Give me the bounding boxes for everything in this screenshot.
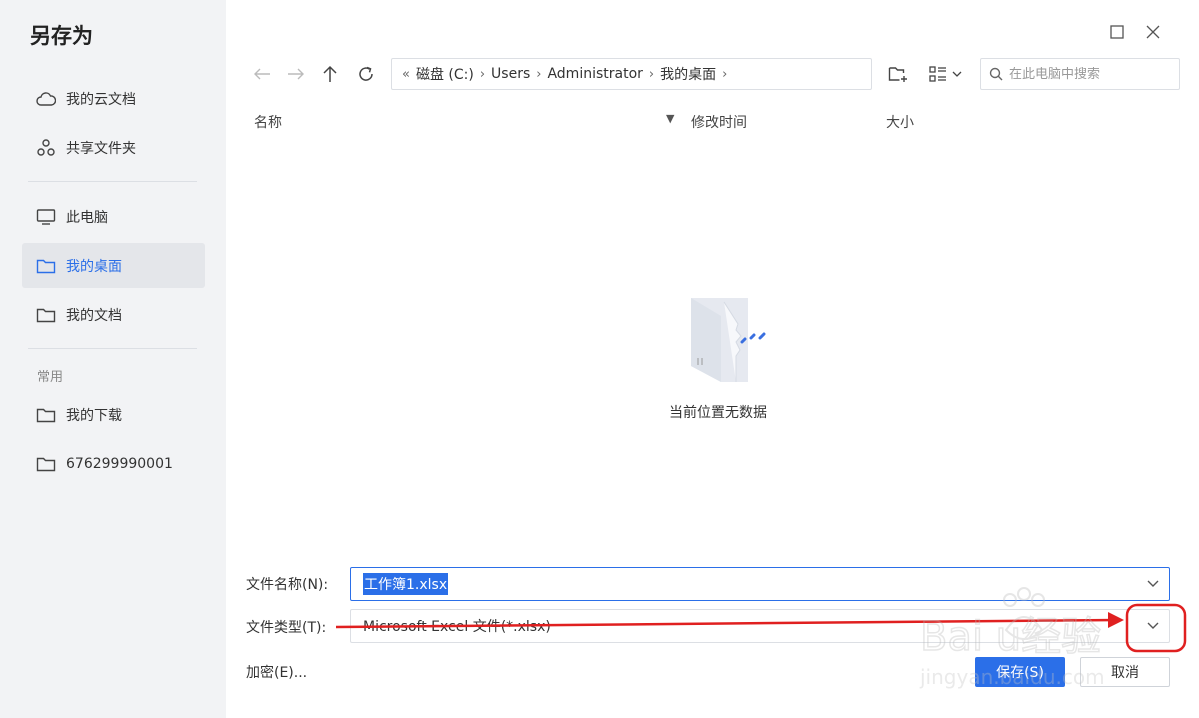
save-button[interactable]: 保存(S) bbox=[975, 657, 1065, 687]
column-header-modified[interactable]: 修改时间 bbox=[691, 112, 747, 132]
empty-state-text: 当前位置无数据 bbox=[669, 405, 767, 421]
sidebar-item-account-folder[interactable]: 676299990001 bbox=[22, 441, 205, 486]
sidebar-item-label: 我的云文档 bbox=[66, 91, 136, 108]
column-header-size[interactable]: 大小 bbox=[886, 112, 914, 132]
sidebar: 另存为 我的云文档 共享文件夹 此电脑 我的桌面 我的文档 常用 我的下载 67… bbox=[0, 0, 226, 718]
sidebar-item-documents[interactable]: 我的文档 bbox=[22, 292, 205, 337]
arrow-left-icon bbox=[254, 68, 270, 80]
search-input[interactable] bbox=[1009, 66, 1169, 82]
sidebar-divider bbox=[28, 348, 197, 349]
chevron-right-icon: › bbox=[648, 66, 655, 82]
sidebar-section-label: 常用 bbox=[37, 370, 64, 385]
share-icon bbox=[36, 138, 56, 158]
folder-icon bbox=[36, 454, 56, 474]
chevron-right-icon: › bbox=[722, 66, 728, 82]
sidebar-item-label: 我的下载 bbox=[66, 407, 122, 424]
maximize-icon bbox=[1110, 25, 1124, 39]
chevron-right-icon: › bbox=[479, 66, 486, 82]
filetype-select[interactable]: Microsoft Excel 文件(*.xlsx) bbox=[350, 609, 1170, 643]
filetype-label: 文件类型(T): bbox=[246, 620, 327, 636]
chevron-right-icon: › bbox=[536, 66, 542, 82]
new-folder-icon bbox=[888, 67, 907, 82]
cloud-icon bbox=[36, 89, 56, 109]
filetype-value: Microsoft Excel 文件(*.xlsx) bbox=[363, 619, 551, 635]
view-mode-button[interactable] bbox=[928, 62, 966, 86]
forward-button[interactable] bbox=[284, 62, 308, 86]
refresh-button[interactable] bbox=[354, 62, 378, 86]
maximize-button[interactable] bbox=[1107, 22, 1127, 42]
back-button[interactable] bbox=[250, 62, 274, 86]
sidebar-item-label: 此电脑 bbox=[66, 209, 108, 226]
sidebar-item-downloads[interactable]: 我的下载 bbox=[22, 392, 205, 437]
filename-field[interactable]: 工作簿1.xlsx bbox=[350, 567, 1170, 601]
sidebar-item-label: 676299990001 bbox=[66, 455, 173, 472]
breadcrumb-overflow-icon[interactable]: « bbox=[402, 67, 410, 82]
encrypt-link[interactable]: 加密(E)... bbox=[246, 662, 307, 682]
cancel-button[interactable]: 取消 bbox=[1080, 657, 1170, 687]
breadcrumb-segment[interactable]: 我的桌面 bbox=[660, 64, 716, 84]
refresh-icon bbox=[359, 66, 373, 81]
close-icon bbox=[1146, 25, 1160, 39]
folder-icon bbox=[36, 305, 56, 325]
column-header-name[interactable]: 名称 bbox=[254, 112, 282, 132]
sidebar-item-label: 我的桌面 bbox=[66, 258, 122, 275]
breadcrumb[interactable]: « 磁盘 (C:) › Users › Administrator › 我的桌面… bbox=[391, 58, 872, 90]
sidebar-item-shared-folder[interactable]: 共享文件夹 bbox=[22, 125, 205, 170]
sort-down-icon[interactable]: ▼ bbox=[666, 112, 674, 125]
up-button[interactable] bbox=[318, 62, 342, 86]
search-box[interactable] bbox=[980, 58, 1180, 90]
sidebar-item-this-pc[interactable]: 此电脑 bbox=[22, 194, 205, 239]
arrow-up-icon bbox=[323, 65, 337, 82]
breadcrumb-segment[interactable]: Administrator bbox=[547, 66, 642, 82]
search-icon bbox=[989, 67, 1003, 81]
chevron-down-icon[interactable] bbox=[1141, 614, 1165, 638]
sidebar-item-label: 我的文档 bbox=[66, 307, 122, 324]
filename-value[interactable]: 工作簿1.xlsx bbox=[363, 573, 449, 595]
breadcrumb-segment[interactable]: 磁盘 (C:) bbox=[416, 64, 474, 84]
breadcrumb-segment[interactable]: Users bbox=[491, 66, 530, 82]
folder-icon bbox=[36, 405, 56, 425]
folder-icon bbox=[36, 256, 56, 276]
list-view-icon bbox=[929, 66, 962, 82]
sidebar-item-desktop[interactable]: 我的桌面 bbox=[22, 243, 205, 288]
dialog-title: 另存为 bbox=[30, 24, 93, 48]
empty-folder-illustration bbox=[691, 298, 766, 382]
arrow-right-icon bbox=[288, 68, 304, 80]
monitor-icon bbox=[36, 207, 56, 227]
new-folder-button[interactable] bbox=[886, 62, 910, 86]
sidebar-divider bbox=[28, 181, 197, 182]
sidebar-item-label: 共享文件夹 bbox=[66, 140, 136, 157]
close-button[interactable] bbox=[1143, 22, 1163, 42]
filename-label: 文件名称(N): bbox=[246, 577, 329, 593]
sidebar-item-cloud-docs[interactable]: 我的云文档 bbox=[22, 76, 205, 121]
chevron-down-icon[interactable] bbox=[1141, 572, 1165, 596]
